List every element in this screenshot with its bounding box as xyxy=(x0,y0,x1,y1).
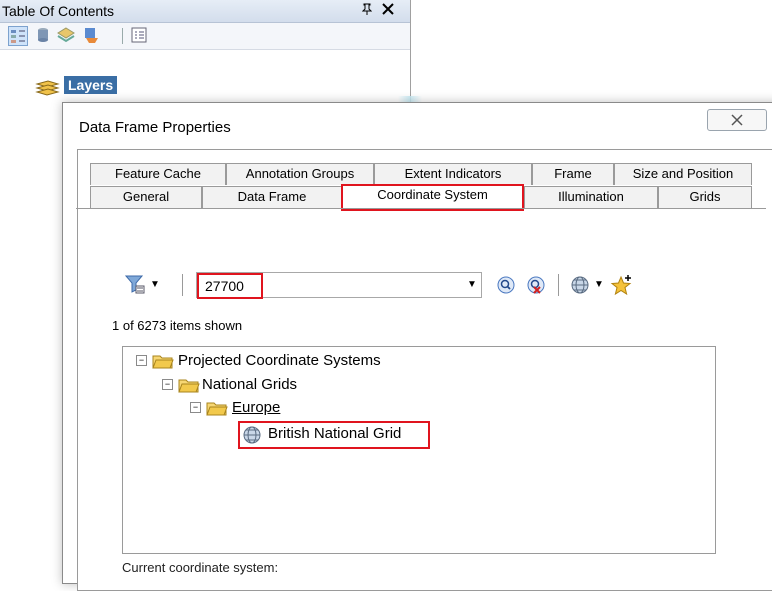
folder-icon xyxy=(152,352,174,374)
add-favorite-icon[interactable] xyxy=(610,273,634,300)
list-by-visibility-icon[interactable] xyxy=(56,26,76,46)
collapse-icon[interactable]: − xyxy=(162,379,173,390)
options-icon[interactable] xyxy=(130,26,150,46)
toolbar-separator xyxy=(122,28,123,44)
list-by-selection-icon[interactable] xyxy=(82,26,102,46)
collapse-icon[interactable]: − xyxy=(190,402,201,413)
toc-title: Table Of Contents xyxy=(2,3,115,19)
pin-icon[interactable]: ᵖ xyxy=(362,1,372,17)
filter-dropdown-arrow[interactable]: ▼ xyxy=(150,279,160,290)
search-icon[interactable] xyxy=(496,275,516,298)
folder-icon xyxy=(206,399,228,421)
items-shown-count: 1 of 6273 items shown xyxy=(112,318,243,333)
tab-frame[interactable]: Frame xyxy=(532,163,614,185)
list-by-drawing-order-icon[interactable] xyxy=(8,26,28,46)
tab-panel-border xyxy=(76,208,766,209)
toolbar-separator xyxy=(182,274,183,296)
layers-label[interactable]: Layers xyxy=(64,76,118,94)
tab-illumination[interactable]: Illumination xyxy=(524,186,658,208)
globe-dropdown-arrow[interactable]: ▼ xyxy=(594,279,604,290)
tab-coordinate-system[interactable]: Coordinate System xyxy=(341,184,524,211)
list-by-source-icon[interactable] xyxy=(34,26,54,46)
dialog-title: Data Frame Properties xyxy=(79,119,231,136)
search-combo[interactable]: 27700 ▼ xyxy=(196,272,482,299)
tab-extent-indicators[interactable]: Extent Indicators xyxy=(374,163,532,185)
tree-item-label[interactable]: British National Grid xyxy=(268,425,401,442)
tab-data-frame[interactable]: Data Frame xyxy=(202,186,342,208)
coordinate-system-globe-icon xyxy=(242,425,262,449)
tab-annotation-groups[interactable]: Annotation Groups xyxy=(226,163,374,185)
tab-size-and-position[interactable]: Size and Position xyxy=(614,163,752,185)
current-coordinate-system-label: Current coordinate system: xyxy=(122,560,279,575)
collapse-icon[interactable]: − xyxy=(136,355,147,366)
tree-item-label[interactable]: National Grids xyxy=(202,376,297,393)
close-button[interactable] xyxy=(707,109,767,131)
combo-dropdown-arrow[interactable]: ▼ xyxy=(467,279,477,290)
tab-grids[interactable]: Grids xyxy=(658,186,752,208)
tab-general[interactable]: General xyxy=(90,186,202,208)
tree-item-label[interactable]: Europe xyxy=(232,399,280,416)
globe-icon[interactable] xyxy=(570,275,590,298)
layers-icon xyxy=(34,78,60,99)
tab-feature-cache[interactable]: Feature Cache xyxy=(90,163,226,185)
search-input[interactable]: 27700 xyxy=(197,273,263,299)
filter-icon[interactable] xyxy=(124,274,146,297)
folder-icon xyxy=(178,376,200,398)
clear-search-icon[interactable] xyxy=(526,275,546,298)
toolbar-separator xyxy=(558,274,559,296)
tree-item-label[interactable]: Projected Coordinate Systems xyxy=(178,352,381,369)
toc-toolbar xyxy=(0,23,410,50)
toc-header: Table Of Contents ᵖ xyxy=(0,0,410,23)
